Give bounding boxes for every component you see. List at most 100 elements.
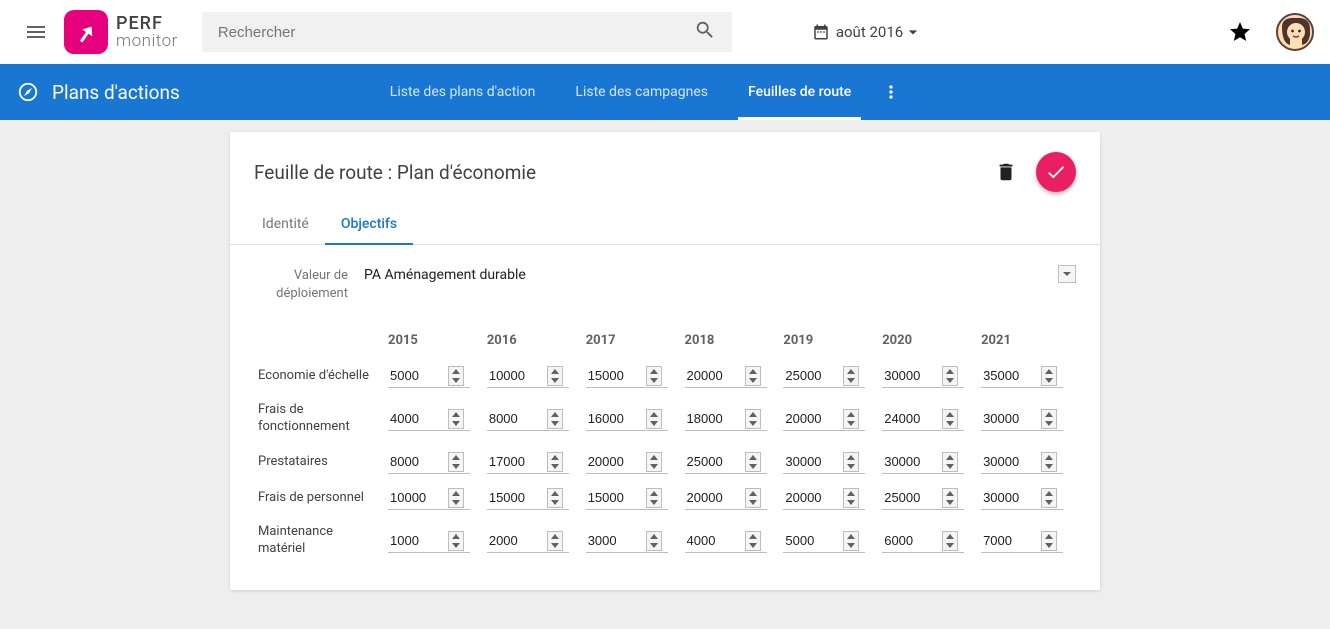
stepper[interactable] [745,531,761,551]
value-field[interactable] [487,450,547,473]
value-field[interactable] [586,407,646,430]
value-field[interactable] [487,407,547,430]
stepper[interactable] [547,488,563,508]
stepper[interactable] [646,409,662,429]
value-field[interactable] [783,407,843,430]
stepper[interactable] [745,488,761,508]
stepper[interactable] [448,531,464,551]
stepper[interactable] [942,409,958,429]
value-field[interactable] [981,486,1041,509]
stepper[interactable] [646,488,662,508]
stepper[interactable] [1041,531,1057,551]
number-input [586,486,668,510]
stepper[interactable] [942,366,958,386]
value-field[interactable] [487,529,547,552]
value-field[interactable] [388,529,448,552]
value-cell [681,480,780,516]
number-input [388,407,470,431]
deployment-select[interactable]: PA Aménagement durable [364,265,1076,286]
subtab-identity[interactable]: Identité [246,204,325,244]
stepper[interactable] [448,409,464,429]
stepper[interactable] [942,488,958,508]
value-field[interactable] [685,407,745,430]
confirm-button[interactable] [1036,152,1076,192]
value-field[interactable] [487,486,547,509]
date-picker[interactable]: août 2016 [812,22,929,42]
stepper[interactable] [745,366,761,386]
value-field[interactable] [388,450,448,473]
card: Feuille de route : Plan d'économie Ident… [230,132,1100,590]
value-field[interactable] [783,529,843,552]
value-cell [779,358,878,394]
stepper[interactable] [1041,366,1057,386]
logo[interactable]: PERF monitor [64,10,178,54]
value-field[interactable] [685,486,745,509]
table-row: Maintenance matériel [254,516,1076,566]
value-field[interactable] [783,486,843,509]
stepper[interactable] [843,452,859,472]
value-field[interactable] [586,486,646,509]
stepper[interactable] [1041,452,1057,472]
stepper[interactable] [942,452,958,472]
value-field[interactable] [388,364,448,387]
value-field[interactable] [586,529,646,552]
tab-action-plan-list[interactable]: Liste des plans d'action [370,64,556,120]
value-cell [582,516,681,566]
number-input [882,450,964,474]
value-field[interactable] [882,364,942,387]
value-field[interactable] [388,407,448,430]
value-field[interactable] [586,450,646,473]
value-field[interactable] [882,486,942,509]
search-input[interactable] [218,24,686,41]
stepper[interactable] [547,531,563,551]
value-field[interactable] [685,364,745,387]
year-header: 2017 [582,323,681,358]
stepper[interactable] [646,531,662,551]
value-field[interactable] [882,450,942,473]
stepper[interactable] [448,366,464,386]
stepper[interactable] [1041,409,1057,429]
stepper[interactable] [1041,488,1057,508]
value-field[interactable] [586,364,646,387]
stepper[interactable] [745,452,761,472]
value-field[interactable] [487,364,547,387]
value-field[interactable] [685,529,745,552]
value-field[interactable] [882,407,942,430]
stepper[interactable] [547,366,563,386]
search-icon[interactable] [686,11,724,53]
number-input [487,450,569,474]
value-field[interactable] [981,450,1041,473]
chevron-down-icon[interactable] [1058,265,1076,283]
stepper[interactable] [448,452,464,472]
number-input [388,486,470,510]
number-input [388,450,470,474]
value-field[interactable] [981,529,1041,552]
stepper[interactable] [843,366,859,386]
tab-campaign-list[interactable]: Liste des campagnes [555,64,728,120]
stepper[interactable] [843,488,859,508]
menu-button[interactable] [16,12,56,52]
stepper[interactable] [448,488,464,508]
delete-button[interactable] [988,154,1024,190]
stepper[interactable] [942,531,958,551]
value-field[interactable] [783,450,843,473]
stepper[interactable] [843,409,859,429]
stepper[interactable] [646,452,662,472]
value-field[interactable] [981,407,1041,430]
stepper[interactable] [843,531,859,551]
stepper[interactable] [547,452,563,472]
stepper[interactable] [646,366,662,386]
stepper[interactable] [745,409,761,429]
value-field[interactable] [783,364,843,387]
stepper[interactable] [547,409,563,429]
value-field[interactable] [685,450,745,473]
subtab-objectives[interactable]: Objectifs [325,204,413,244]
avatar[interactable] [1276,13,1314,51]
tab-roadmaps[interactable]: Feuilles de route [728,64,871,120]
favorite-button[interactable] [1220,12,1260,52]
year-header: 2020 [878,323,977,358]
value-field[interactable] [388,486,448,509]
value-field[interactable] [981,364,1041,387]
value-field[interactable] [882,529,942,552]
more-button[interactable] [871,64,911,120]
